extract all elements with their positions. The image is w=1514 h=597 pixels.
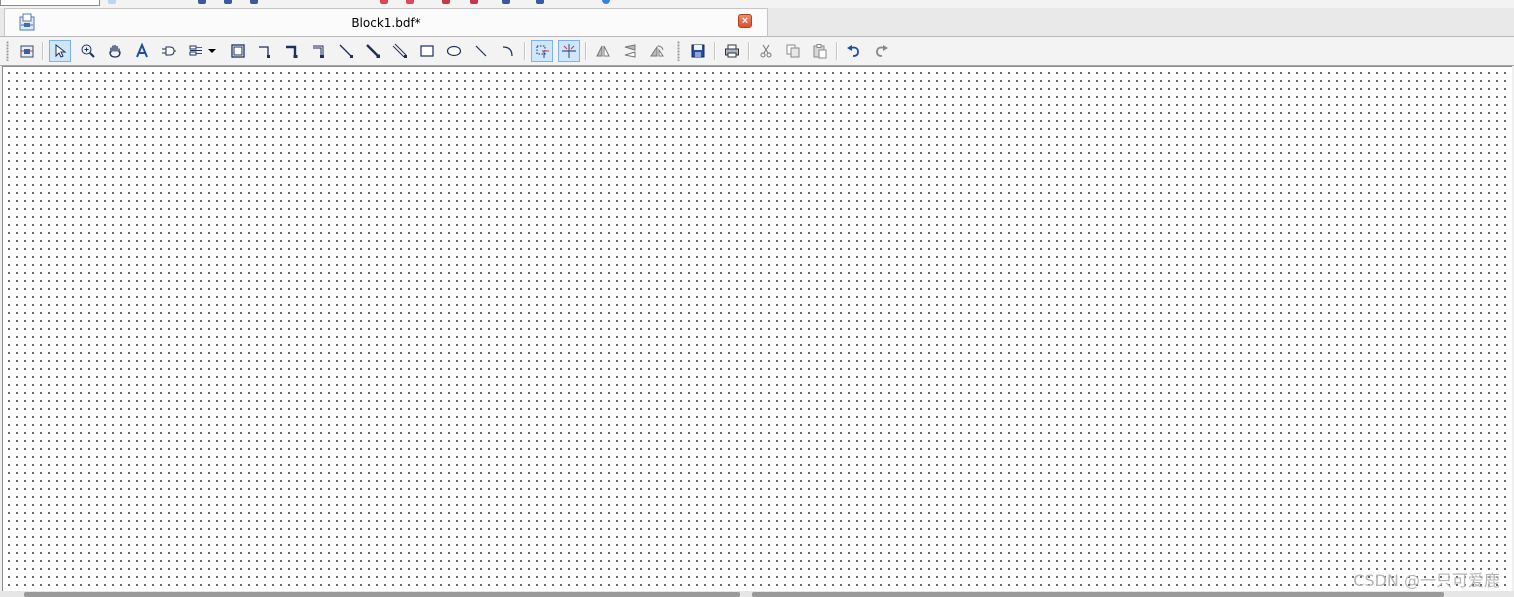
toolbar-separator	[42, 42, 44, 60]
flip-vertical-icon	[624, 44, 636, 58]
orthogonal-bus-tool-button[interactable]	[281, 40, 303, 62]
copy-button[interactable]	[782, 40, 804, 62]
selection-tool-button[interactable]	[49, 40, 71, 62]
document-tab-bar: Block1.bdf* ×	[0, 8, 1514, 37]
rotate-icon	[650, 45, 664, 57]
paste-icon	[813, 44, 827, 59]
print-icon	[725, 44, 739, 58]
rubberbanding-icon	[536, 45, 549, 58]
rectangle-tool-button[interactable]	[416, 40, 438, 62]
toolbar-stub-icon[interactable]	[380, 0, 388, 4]
toolbar-stub-icon[interactable]	[108, 0, 116, 4]
pin-tool-button[interactable]	[185, 40, 207, 62]
bus-tool-button[interactable]	[362, 40, 384, 62]
symbol-tool-icon	[162, 46, 176, 56]
flip-vertical-button[interactable]	[619, 40, 641, 62]
undo-icon	[847, 45, 859, 57]
arc-tool-icon	[502, 46, 513, 57]
line-tool-button[interactable]	[470, 40, 492, 62]
toolbar-separator	[524, 42, 526, 60]
bus-tool-icon	[366, 44, 380, 58]
zoom-tool-icon	[81, 44, 95, 58]
block-diagram-canvas[interactable]	[2, 66, 1512, 592]
pin-tool-icon	[189, 45, 202, 56]
hand-tool-button[interactable]	[104, 40, 126, 62]
print-button[interactable]	[721, 40, 743, 62]
selection-tool-icon	[55, 43, 67, 58]
copy-icon	[786, 44, 800, 58]
toolbar-grip[interactable]	[6, 41, 9, 61]
toolbar-separator	[836, 42, 838, 60]
toolbar-grip[interactable]	[677, 41, 680, 61]
close-tab-button[interactable]: ×	[738, 14, 752, 28]
redo-button[interactable]	[870, 40, 892, 62]
line-tool-icon	[475, 45, 487, 57]
redo-icon	[876, 45, 888, 57]
pin-tool-dropdown[interactable]	[206, 40, 218, 62]
block-tool-icon	[231, 44, 245, 58]
cut-icon	[760, 44, 772, 58]
save-icon	[691, 44, 705, 58]
flip-horizontal-icon	[596, 45, 610, 57]
toolbar-separator	[748, 42, 750, 60]
orthogonal-conduit-tool-icon	[313, 45, 324, 58]
orthogonal-conduit-tool-button[interactable]	[308, 40, 330, 62]
toolbar-stub-icon[interactable]	[442, 0, 450, 4]
toolbar-stub-icon[interactable]	[198, 0, 206, 4]
rectangle-tool-icon	[420, 45, 434, 57]
toolbar-stub-icon[interactable]	[470, 0, 478, 4]
orthogonal-node-tool-button[interactable]	[254, 40, 276, 62]
block-diagram-button[interactable]	[16, 40, 38, 62]
undo-button[interactable]	[843, 40, 865, 62]
chevron-down-icon	[208, 49, 216, 53]
oval-tool-button[interactable]	[443, 40, 465, 62]
horizontal-scrollbar-left[interactable]	[24, 592, 740, 597]
toolbar-separator	[585, 42, 587, 60]
node-tool-icon	[339, 44, 353, 58]
conduit-tool-button[interactable]	[389, 40, 411, 62]
partial-line-selection-icon	[562, 44, 576, 58]
toolbar-stub-icon[interactable]	[406, 0, 414, 4]
toolbar-stub-icon[interactable]	[224, 0, 232, 4]
toolbar-stub-icon[interactable]	[536, 0, 544, 4]
cut-button[interactable]	[755, 40, 777, 62]
orthogonal-node-tool-icon	[259, 46, 270, 58]
node-tool-button[interactable]	[335, 40, 357, 62]
text-tool-button[interactable]	[131, 40, 153, 62]
block-tool-button[interactable]	[227, 40, 249, 62]
orthogonal-bus-tool-icon	[286, 45, 298, 58]
conduit-tool-icon	[392, 43, 407, 58]
rotate-button[interactable]	[646, 40, 668, 62]
block-editor-toolbar	[0, 37, 1514, 66]
oval-tool-icon	[446, 45, 462, 57]
toolbar-stub-icon[interactable]	[602, 0, 610, 4]
partial-line-selection-button[interactable]	[558, 40, 580, 62]
save-button[interactable]	[687, 40, 709, 62]
paste-button[interactable]	[809, 40, 831, 62]
zoom-tool-button[interactable]	[77, 40, 99, 62]
arc-tool-button[interactable]	[497, 40, 519, 62]
block-diagram-icon	[20, 45, 34, 58]
document-title: Block1.bdf*	[351, 16, 421, 30]
document-tab[interactable]: Block1.bdf* ×	[4, 8, 768, 36]
watermark: CSDN @一只可爱鹿	[1353, 571, 1500, 590]
block-editor-window: Block1.bdf* × CSDN @一只可爱鹿	[0, 0, 1514, 597]
hand-tool-icon	[109, 44, 121, 58]
flip-horizontal-button[interactable]	[592, 40, 614, 62]
toolbar-stub-icon[interactable]	[502, 0, 510, 4]
horizontal-scrollbar-right[interactable]	[752, 592, 1444, 597]
toolbar-stub-icon[interactable]	[250, 0, 258, 4]
partial-combo-box[interactable]	[0, 0, 100, 6]
symbol-tool-button[interactable]	[158, 40, 180, 62]
text-tool-icon	[136, 43, 148, 58]
rubberbanding-button[interactable]	[531, 40, 553, 62]
toolbar-separator	[714, 42, 716, 60]
